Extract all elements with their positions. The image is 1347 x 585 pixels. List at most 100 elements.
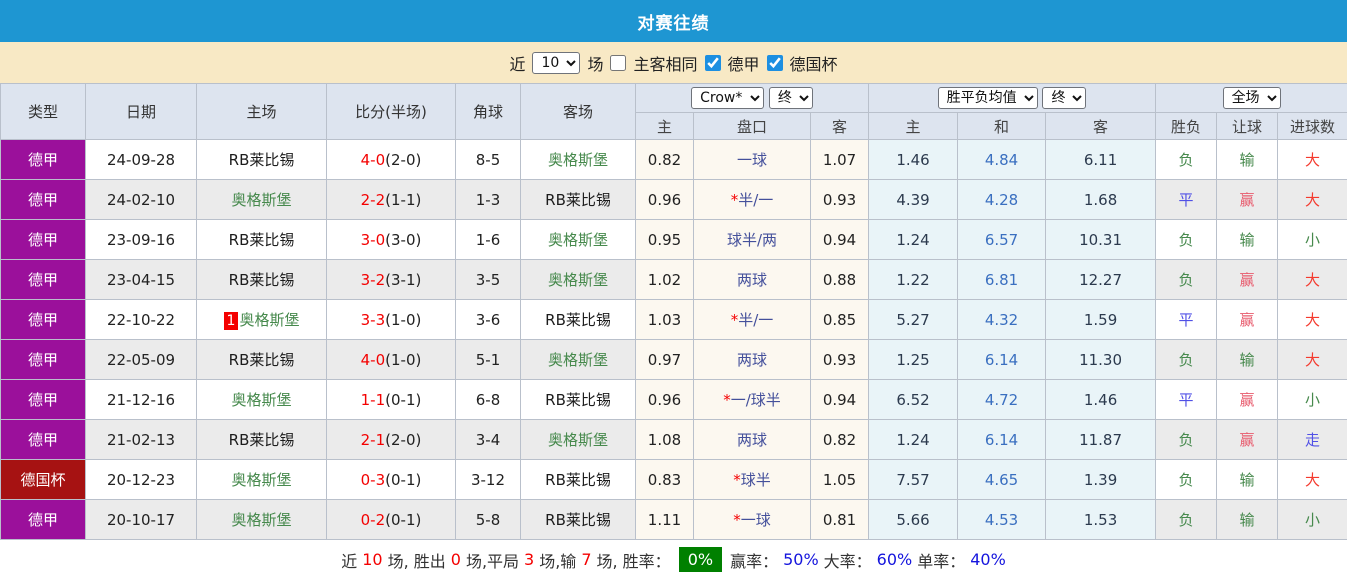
result-wdl-cell: 负	[1155, 259, 1218, 300]
same-venue-label: 主客相同	[633, 54, 698, 74]
bookmaker-select[interactable]: Crow*	[691, 87, 765, 109]
col-home: 主场	[196, 83, 327, 140]
result-goals: 小	[1305, 511, 1321, 529]
crow-time-select[interactable]: 终	[768, 87, 813, 109]
table-row: 德甲 22-05-09 RB莱比锡 4-0(1-0) 5-1 奥格斯堡 0.97…	[0, 339, 1347, 380]
home-team-name: 奥格斯堡	[239, 311, 300, 329]
col-type: 类型	[0, 83, 86, 140]
result-handicap-cell: 赢	[1216, 419, 1279, 460]
full-time-score: 3-2	[360, 270, 386, 289]
result-handicap-cell: 输	[1216, 339, 1279, 380]
handicap-value: 两球	[736, 431, 767, 449]
away-team-name: 奥格斯堡	[547, 351, 608, 369]
col-avg-draw: 和	[957, 112, 1047, 140]
home-team-name: RB莱比锡	[228, 351, 295, 369]
away-team-name: 奥格斯堡	[547, 431, 608, 449]
result-goals: 小	[1305, 391, 1321, 409]
table-row: 德甲 24-02-10 奥格斯堡 2-2(1-1) 1-3 RB莱比锡 0.96…	[0, 179, 1347, 220]
full-time-score: 3-0	[360, 230, 386, 249]
h2h-table: 类型 日期 主场 比分(半场) 角球 客场 Crow* 终 胜平负均值 终 全场…	[0, 83, 1347, 540]
match-type-badge: 德甲	[0, 219, 86, 260]
home-team-name: 奥格斯堡	[231, 391, 292, 409]
table-row: 德甲 22-10-22 1 奥格斯堡 3-3(1-0) 3-6 RB莱比锡 1.0…	[0, 299, 1347, 340]
avg-home-odds: 4.39	[868, 179, 959, 220]
date-cell: 21-02-13	[85, 419, 197, 460]
games-label: 场	[587, 54, 604, 74]
crow-home-odds: 1.03	[635, 299, 694, 340]
handicap-value: 一/球半	[730, 391, 781, 409]
away-team-name: RB莱比锡	[545, 471, 611, 489]
table-row: 德甲 20-10-17 奥格斯堡 0-2(0-1) 5-8 RB莱比锡 1.11…	[0, 499, 1347, 540]
result-goals-cell: 大	[1277, 259, 1347, 300]
result-handicap-cell: 输	[1216, 139, 1279, 180]
result-handicap: 输	[1239, 231, 1255, 249]
date-cell: 23-04-15	[85, 259, 197, 300]
handicap-cell: 两球	[693, 259, 811, 300]
cup-checkbox[interactable]	[766, 54, 783, 71]
half-time-score: (0-1)	[385, 510, 422, 529]
same-venue-checkbox[interactable]	[610, 54, 627, 71]
summary-text: 场, 胜出	[387, 551, 446, 571]
avg-draw-odds: 4.28	[957, 179, 1047, 220]
crow-home-odds: 1.11	[635, 499, 694, 540]
corners-cell: 5-1	[455, 339, 521, 380]
avg-time-select[interactable]: 终	[1042, 87, 1087, 109]
handicap-value: 两球	[736, 271, 767, 289]
date-cell: 24-09-28	[85, 139, 197, 180]
avg-home-odds: 5.27	[868, 299, 959, 340]
crow-away-odds: 1.07	[809, 139, 870, 180]
table-row: 德甲 23-09-16 RB莱比锡 3-0(3-0) 1-6 奥格斯堡 0.95…	[0, 219, 1347, 260]
result-handicap-cell: 赢	[1216, 259, 1279, 300]
result-handicap: 输	[1239, 151, 1255, 169]
home-team-cell: 1 奥格斯堡	[196, 299, 327, 340]
avg-draw-odds: 4.32	[957, 299, 1047, 340]
result-wdl-cell: 负	[1155, 499, 1218, 540]
away-team-cell: 奥格斯堡	[520, 259, 636, 300]
avg-away-odds: 1.68	[1045, 179, 1157, 220]
col-avg-away: 客	[1045, 112, 1157, 140]
crow-home-odds: 0.83	[635, 459, 694, 500]
result-handicap: 赢	[1239, 271, 1255, 289]
half-time-score: (1-0)	[385, 350, 422, 369]
handicap-value: 半/一	[738, 311, 774, 329]
handicap-cell: 球半/两	[693, 219, 811, 260]
result-wdl-cell: 平	[1155, 379, 1218, 420]
result-wdl: 平	[1178, 311, 1194, 329]
handicap-star: *	[723, 391, 731, 409]
single-pct: 40%	[970, 550, 1006, 569]
crow-away-odds: 0.93	[809, 339, 870, 380]
result-goals: 走	[1305, 431, 1321, 449]
draw-count: 3	[524, 550, 535, 569]
avg-draw-odds: 6.57	[957, 219, 1047, 260]
avg-select[interactable]: 胜平负均值	[937, 87, 1038, 109]
match-type-badge: 德甲	[0, 419, 86, 460]
home-team-cell: RB莱比锡	[196, 419, 327, 460]
corners-cell: 1-3	[455, 179, 521, 220]
filter-bar: 近 10 场 主客相同 德甲 德国杯	[0, 42, 1347, 83]
full-time-score: 0-3	[360, 470, 386, 489]
half-time-score: (2-0)	[385, 430, 422, 449]
half-time-score: (0-1)	[385, 470, 422, 489]
corners-cell: 3-5	[455, 259, 521, 300]
col-res-goals: 进球数	[1277, 112, 1347, 140]
half-time-score: (0-1)	[385, 390, 422, 409]
away-team-name: 奥格斯堡	[547, 231, 608, 249]
avg-home-odds: 7.57	[868, 459, 959, 500]
league-checkbox[interactable]	[704, 54, 721, 71]
half-time-score: (3-1)	[385, 270, 422, 289]
corners-cell: 5-8	[455, 499, 521, 540]
scope-select[interactable]: 全场	[1222, 87, 1281, 109]
result-handicap-cell: 赢	[1216, 379, 1279, 420]
handicap-cell: *半/一	[693, 299, 811, 340]
crow-home-odds: 0.95	[635, 219, 694, 260]
recent-count-select[interactable]: 10	[532, 51, 581, 74]
avg-home-odds: 1.25	[868, 339, 959, 380]
corners-cell: 6-8	[455, 379, 521, 420]
crow-home-odds: 0.97	[635, 339, 694, 380]
home-team-name: 奥格斯堡	[231, 511, 292, 529]
handicap-star: *	[733, 471, 741, 489]
header-row-groups: 类型 日期 主场 比分(半场) 角球 客场 Crow* 终 胜平负均值 终 全场	[0, 83, 1347, 140]
result-wdl: 平	[1178, 391, 1194, 409]
crow-away-odds: 0.81	[809, 499, 870, 540]
crow-away-odds: 0.94	[809, 219, 870, 260]
